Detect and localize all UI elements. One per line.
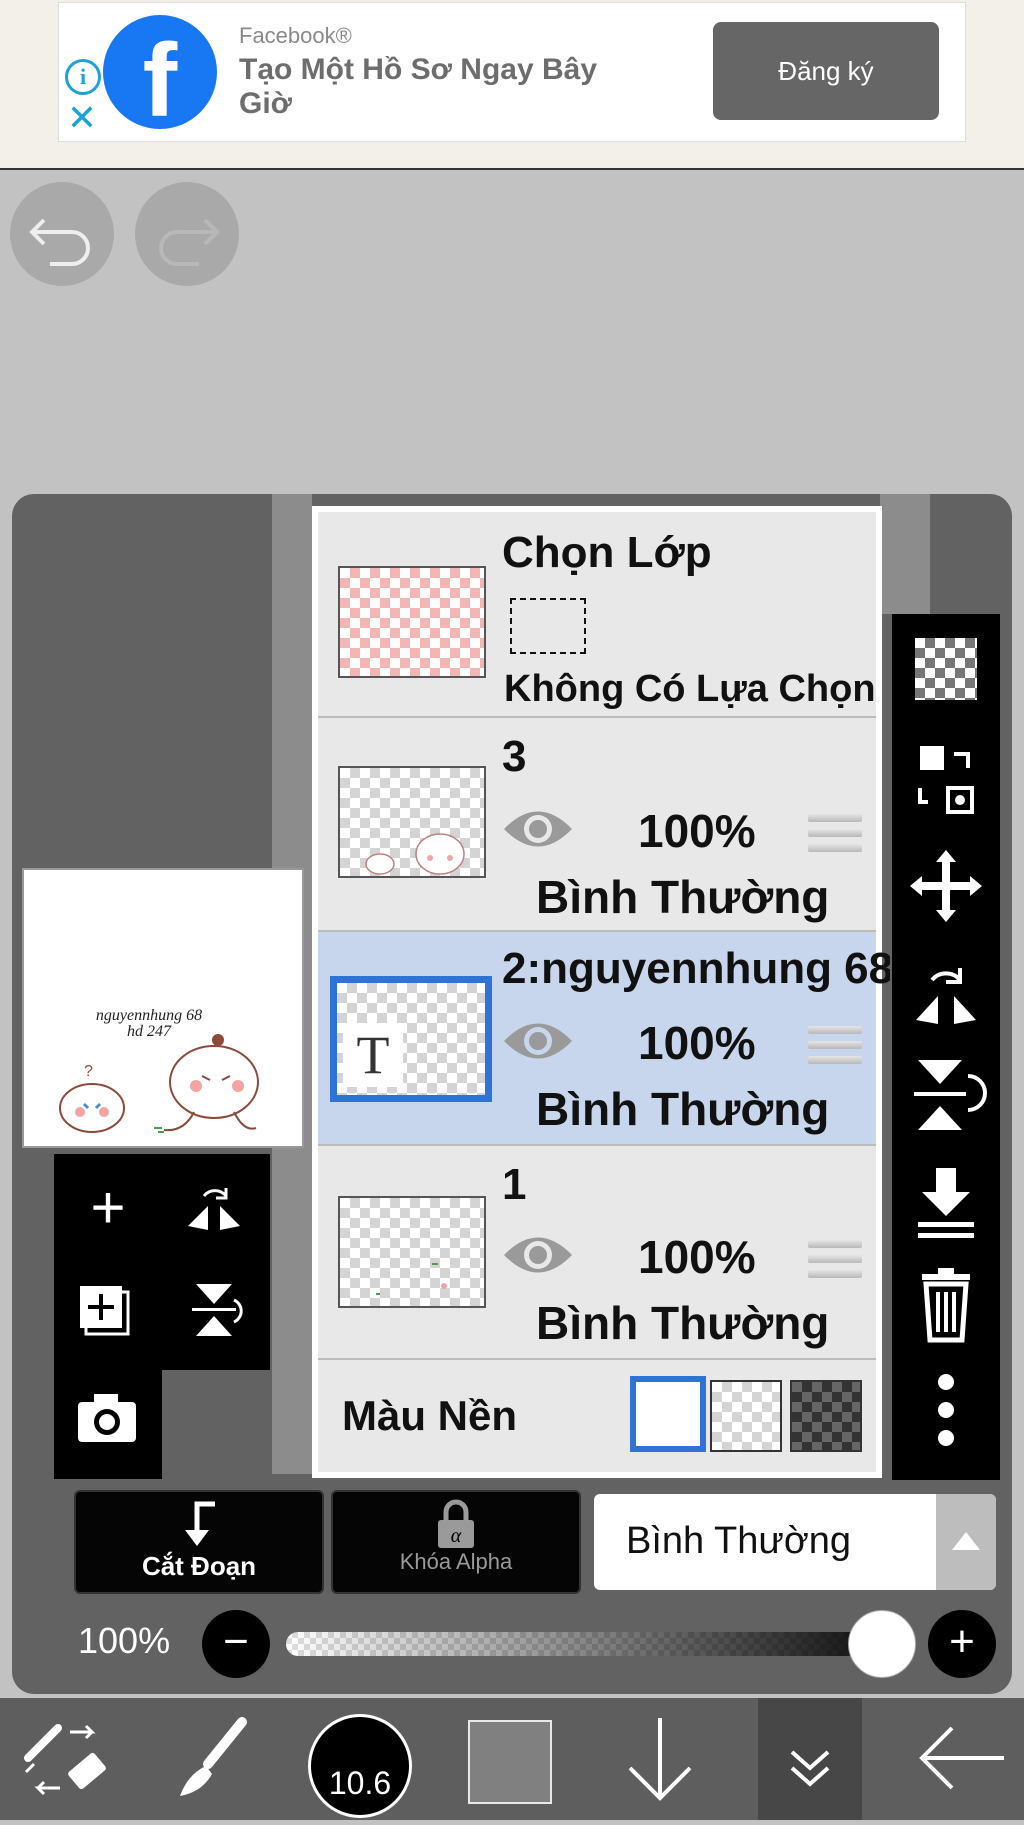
drag-handle-icon[interactable] — [808, 1240, 862, 1285]
more-options-icon[interactable] — [892, 1370, 1000, 1450]
layer-blend-mode: Bình Thường — [536, 1297, 830, 1349]
clipping-arrow-icon — [185, 1501, 215, 1546]
bg-white-swatch[interactable] — [630, 1376, 706, 1452]
blend-dropdown-arrow[interactable] — [936, 1494, 996, 1590]
svg-text:?: ? — [84, 1063, 93, 1080]
redo-icon — [159, 218, 220, 266]
background-color-label: Màu Nền — [342, 1392, 518, 1439]
swap-layer-icon[interactable] — [892, 740, 1000, 820]
lock-icon: α — [438, 1499, 474, 1548]
ad-card[interactable]: i ✕ f Facebook® Tạo Một Hồ Sơ Ngay Bây G… — [58, 2, 966, 142]
opacity-decrease-button[interactable]: − — [202, 1610, 270, 1678]
layer-opacity: 100% — [638, 1017, 756, 1069]
panel-divider — [880, 494, 930, 614]
canvas-preview[interactable]: nguyennhung 68 hd 247 ? — [22, 868, 304, 1148]
layer-thumbnail — [338, 566, 486, 678]
layer-thumbnail — [338, 1196, 486, 1308]
layer-thumbnail — [338, 766, 486, 878]
layer-tools: + — [54, 1154, 270, 1479]
flip-vertical-icon[interactable] — [892, 1054, 1000, 1134]
opacity-value: 100% — [78, 1620, 171, 1661]
sticker-illustration: ? — [59, 1034, 259, 1133]
svg-text:α: α — [451, 1525, 462, 1547]
layer-row[interactable]: 3 100% Bình Thường — [318, 718, 876, 932]
selection-marquee-icon — [510, 598, 586, 654]
layer-row-selected[interactable]: T 2:nguyennhung 68 100% Bình Thường — [318, 932, 890, 1146]
bg-transparent-swatch[interactable] — [710, 1380, 782, 1452]
eye-icon[interactable] — [502, 1016, 574, 1066]
undo-button[interactable] — [10, 182, 114, 286]
back-arrow-icon[interactable] — [900, 1698, 1020, 1820]
selection-status: Không Có Lựa Chọn — [504, 668, 876, 710]
blend-mode-value: Bình Thường — [626, 1520, 852, 1562]
selection-layer-title: Chọn Lớp — [502, 528, 712, 577]
color-swatch[interactable] — [468, 1720, 552, 1804]
alpha-lock-label: Khóa Alpha — [399, 1549, 513, 1574]
clipping-label: Cắt Đoạn — [141, 1551, 257, 1581]
drag-handle-icon[interactable] — [808, 1026, 862, 1071]
bottom-toolbar: 10.6 — [0, 1698, 1024, 1820]
layer-opacity: 100% — [638, 1231, 756, 1283]
triangle-up-icon — [952, 1532, 980, 1550]
facebook-logo-icon: f — [103, 15, 217, 129]
info-icon[interactable]: i — [65, 59, 101, 95]
signup-button[interactable]: Đăng ký — [713, 22, 939, 120]
layers-toggle-button[interactable] — [758, 1698, 862, 1820]
layer-thumbnail-art — [365, 833, 465, 875]
move-icon[interactable] — [892, 846, 1000, 926]
layer-blend-mode: Bình Thường — [536, 871, 830, 923]
background-color-row: Màu Nền — [318, 1360, 876, 1472]
chevron-double-down-icon — [790, 1750, 830, 1787]
merge-down-icon[interactable] — [892, 1162, 1000, 1242]
undo-icon — [29, 218, 90, 266]
clipping-button[interactable]: Cắt Đoạn — [74, 1490, 324, 1594]
opacity-increase-button[interactable]: + — [928, 1610, 996, 1678]
alpha-lock-button[interactable]: α Khóa Alpha — [331, 1490, 581, 1594]
opacity-slider-thumb[interactable] — [848, 1610, 916, 1678]
flip-horizontal-button[interactable] — [184, 1182, 244, 1238]
eye-icon[interactable] — [502, 1230, 574, 1280]
layer-name: 1 — [502, 1160, 527, 1209]
flip-vertical-button[interactable] — [188, 1280, 248, 1340]
drag-handle-icon[interactable] — [808, 814, 862, 859]
duplicate-layer-button[interactable] — [76, 1282, 134, 1340]
trash-icon[interactable] — [892, 1264, 1000, 1344]
layer-opacity: 100% — [638, 805, 756, 857]
layer-row[interactable]: 1 100% Bình Thường — [318, 1146, 876, 1360]
opacity-slider[interactable] — [286, 1632, 886, 1656]
brush-size-button[interactable]: 10.6 — [308, 1714, 412, 1818]
transparency-checker-button[interactable] — [892, 638, 1000, 718]
add-layer-button[interactable]: + — [54, 1154, 162, 1262]
brush-icon[interactable] — [150, 1698, 270, 1820]
layer-list: Chọn Lớp Không Có Lựa Chọn 3 100% Bình T… — [312, 506, 890, 1478]
close-icon[interactable]: ✕ — [65, 100, 99, 136]
right-toolbar — [892, 614, 1000, 1480]
layer-name: 2:nguyennhung 68 — [502, 944, 890, 993]
checker-icon — [915, 638, 977, 700]
ad-brand: Facebook® — [239, 23, 352, 48]
text-layer-icon: T — [343, 1023, 403, 1087]
ad-banner: i ✕ f Facebook® Tạo Một Hồ Sơ Ngay Bây G… — [0, 0, 1024, 170]
ad-headline: Tạo Một Hồ Sơ Ngay Bây Giờ — [239, 53, 598, 120]
eye-icon[interactable] — [502, 804, 574, 854]
bg-dark-checker-swatch[interactable] — [790, 1380, 862, 1452]
layer-thumbnail-art — [376, 1263, 447, 1295]
flip-horizontal-icon[interactable] — [892, 950, 1000, 1030]
selection-layer-row[interactable]: Chọn Lớp Không Có Lựa Chọn — [318, 512, 876, 718]
layer-name: 3 — [502, 732, 527, 781]
redo-button[interactable] — [135, 182, 239, 286]
arrow-down-icon[interactable] — [600, 1698, 720, 1820]
brush-size-value: 10.6 — [328, 1765, 392, 1801]
layer-blend-mode: Bình Thường — [536, 1083, 830, 1135]
camera-icon[interactable] — [76, 1392, 138, 1444]
tool-switch-icon[interactable] — [6, 1698, 126, 1820]
layer-thumbnail: T — [330, 976, 492, 1102]
